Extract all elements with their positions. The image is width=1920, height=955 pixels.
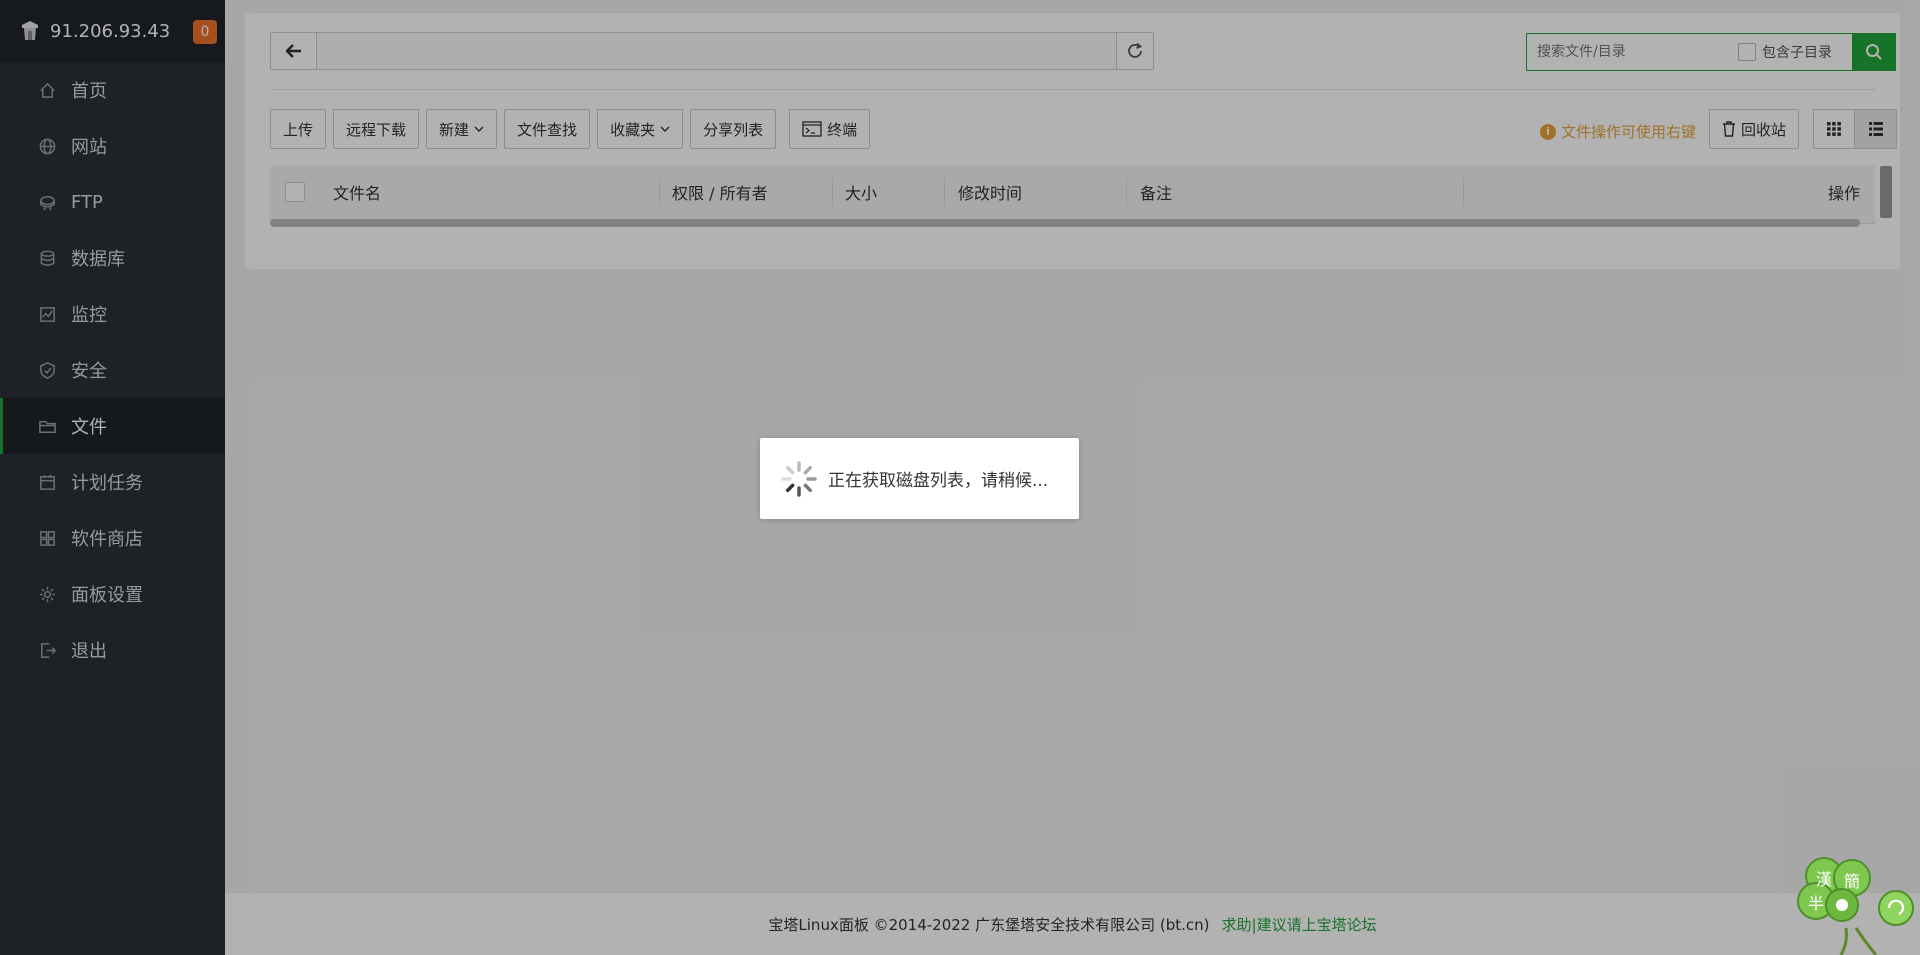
loading-message: 正在获取磁盘列表，请稍候... xyxy=(828,471,1049,491)
simplified-char[interactable]: 簡 xyxy=(1844,868,1860,892)
language-switch-widget[interactable]: 漢 簡 半 xyxy=(1786,848,1920,955)
clover-icon xyxy=(1797,857,1914,955)
half-char[interactable]: 半 xyxy=(1808,890,1824,914)
traditional-char[interactable]: 漢 xyxy=(1816,866,1832,890)
loading-spinner-icon xyxy=(781,460,817,497)
loading-dialog: 正在获取磁盘列表，请稍候... xyxy=(760,438,1079,519)
